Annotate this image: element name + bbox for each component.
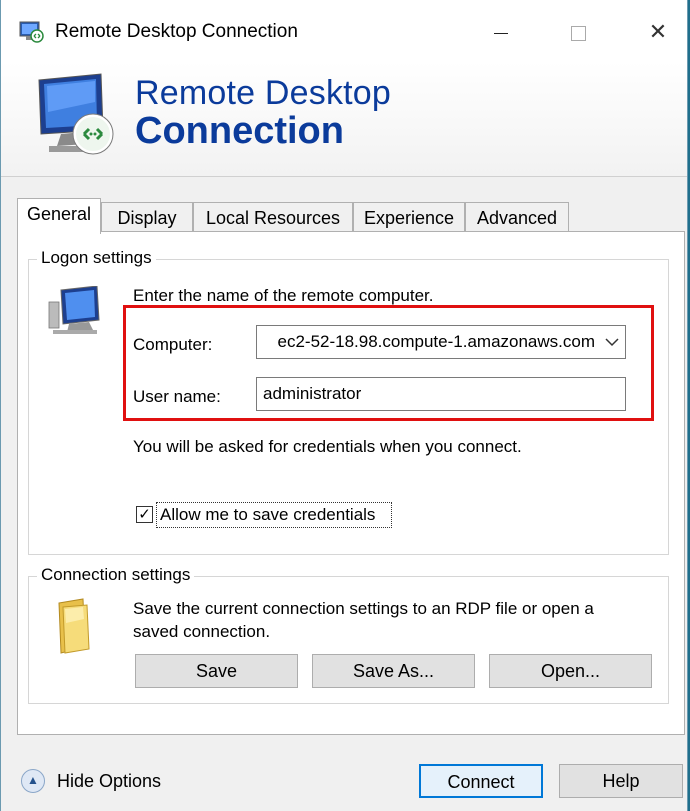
banner-title-line2: Connection: [135, 110, 344, 152]
banner-title-line1: Remote Desktop: [135, 74, 392, 112]
highlight-annotation: [123, 305, 654, 421]
hide-options-link[interactable]: Hide Options: [57, 771, 161, 792]
minimize-button[interactable]: [476, 12, 526, 52]
checkmark-icon: ✓: [138, 506, 151, 523]
general-tab-panel: Logon settings Enter the name of the rem…: [17, 231, 685, 735]
logon-instruction: Enter the name of the remote computer.: [133, 286, 434, 305]
credentials-note: You will be asked for credentials when y…: [133, 437, 522, 456]
tab-advanced[interactable]: Advanced: [465, 202, 569, 232]
help-button[interactable]: Help: [559, 764, 683, 798]
save-credentials-checkbox[interactable]: ✓: [136, 506, 153, 523]
maximize-button[interactable]: [553, 12, 603, 52]
save-as-button[interactable]: Save As...: [312, 654, 475, 688]
minimize-icon: [494, 32, 508, 34]
close-icon: ✕: [648, 19, 668, 44]
remote-desktop-logo-icon: [38, 73, 114, 155]
save-credentials-label[interactable]: Allow me to save credentials: [160, 505, 375, 525]
tab-experience[interactable]: Experience: [353, 202, 465, 232]
tab-display[interactable]: Display: [101, 202, 193, 232]
title-bar[interactable]: Remote Desktop Connection ✕: [1, 0, 687, 62]
connection-settings-title: Connection settings: [37, 565, 195, 585]
header-banner: Remote Desktop Connection: [1, 62, 687, 177]
window-title: Remote Desktop Connection: [55, 21, 298, 42]
remote-desktop-app-icon: [19, 21, 44, 43]
tab-local-resources[interactable]: Local Resources: [193, 202, 353, 232]
rdc-window: Remote Desktop Connection ✕ Remote Deskt…: [0, 0, 688, 811]
save-button[interactable]: Save: [135, 654, 298, 688]
close-button[interactable]: ✕: [633, 12, 683, 52]
connection-description-line1: Save the current connection settings to …: [133, 599, 594, 618]
connection-description-line2: saved connection.: [133, 622, 271, 641]
logon-settings-title: Logon settings: [37, 248, 156, 268]
folder-icon: [58, 598, 90, 654]
connect-button[interactable]: Connect: [419, 764, 543, 798]
chevron-up-icon[interactable]: ▲: [21, 769, 45, 793]
logon-settings-group: Logon settings Enter the name of the rem…: [28, 248, 669, 555]
connection-settings-group: Connection settings Save the current con…: [28, 565, 669, 704]
maximize-icon: [570, 25, 586, 41]
tab-general[interactable]: General: [17, 198, 101, 234]
open-button[interactable]: Open...: [489, 654, 652, 688]
computer-icon: [48, 286, 100, 334]
